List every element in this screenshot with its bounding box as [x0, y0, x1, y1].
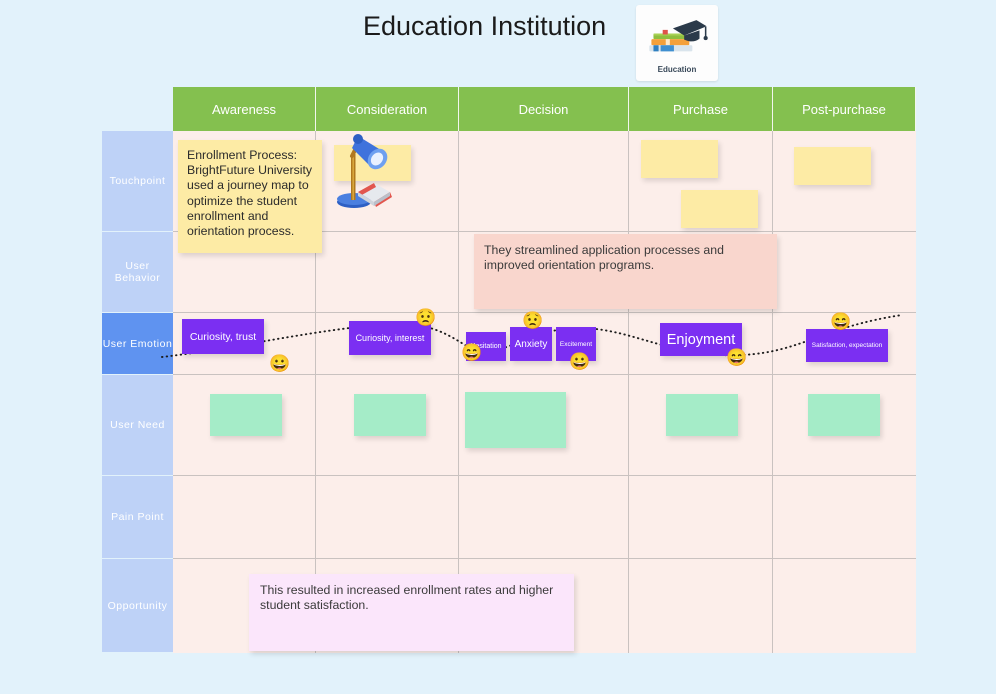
emoji-grinning-hesitation: 😄 [461, 343, 483, 362]
sticky-note-touchpoint-awareness[interactable]: Enrollment Process: BrightFuture Univers… [178, 140, 322, 253]
emoji-worried-consideration: 😟 [415, 308, 437, 327]
sticky-note-user-need-awareness[interactable] [210, 394, 282, 436]
cell-pain-point-awareness[interactable] [173, 476, 316, 559]
row-label-user-behavior[interactable]: User Behavior [102, 232, 173, 313]
row-label-pain-point[interactable]: Pain Point [102, 476, 173, 559]
grid-corner-spacer [102, 87, 173, 131]
sticky-note-user-need-post-purchase[interactable] [808, 394, 880, 436]
cell-pain-point-purchase[interactable] [629, 476, 773, 559]
row-label-touchpoint[interactable]: Touchpoint [102, 131, 173, 232]
emoji-grinning-satisfaction: 😄 [830, 312, 852, 331]
sticky-note-user-behavior-decision[interactable]: They streamlined application processes a… [474, 234, 777, 309]
cell-pain-point-decision[interactable] [459, 476, 629, 559]
row-label-user-emotion[interactable]: User Emotion [102, 313, 173, 375]
sticky-note-opportunity-awareness[interactable]: This resulted in increased enrollment ra… [249, 574, 574, 651]
sticky-note-user-need-consideration[interactable] [354, 394, 426, 436]
journey-map-grid: Awareness Consideration Decision Purchas… [102, 87, 916, 653]
cell-user-behavior-post-purchase[interactable] [773, 232, 916, 313]
column-header-post-purchase[interactable]: Post-purchase [773, 87, 916, 131]
education-logo-card: Education [636, 5, 718, 81]
cell-pain-point-consideration[interactable] [316, 476, 459, 559]
cell-user-behavior-consideration[interactable] [316, 232, 459, 313]
cell-touchpoint-decision[interactable] [459, 131, 629, 232]
sticky-note-touchpoint-post-purchase[interactable] [794, 147, 871, 185]
emoji-grinning-awareness: 😀 [269, 354, 291, 373]
emoji-grinning-excitement: 😀 [569, 352, 591, 371]
sticky-note-touchpoint-purchase-2[interactable] [681, 190, 758, 228]
emotion-note-curiosity-trust[interactable]: Curiosity, trust [182, 319, 264, 354]
emoji-grinning-enjoyment: 😄 [726, 348, 748, 367]
column-header-awareness[interactable]: Awareness [173, 87, 316, 131]
sticky-note-user-need-decision[interactable] [465, 392, 566, 448]
emotion-note-satisfaction-expectation[interactable]: Satisfaction, expectation [806, 329, 888, 362]
sticky-note-touchpoint-purchase-1[interactable] [641, 140, 718, 178]
sticky-note-user-need-purchase[interactable] [666, 394, 738, 436]
journey-map-canvas: Education Institution Education Awarenes… [0, 0, 996, 694]
cell-opportunity-purchase[interactable] [629, 559, 773, 653]
title-bar: Education Institution Education [0, 0, 996, 84]
column-header-decision[interactable]: Decision [459, 87, 629, 131]
logo-caption: Education [657, 65, 697, 74]
cell-pain-point-post-purchase[interactable] [773, 476, 916, 559]
graduation-cap-books-icon [649, 20, 708, 52]
desk-lamp-book-icon [337, 134, 392, 208]
emoji-worried-anxiety: 😟 [522, 311, 544, 330]
emotion-note-anxiety[interactable]: Anxiety [510, 327, 552, 361]
cell-opportunity-post-purchase[interactable] [773, 559, 916, 653]
row-label-user-need[interactable]: User Need [102, 375, 173, 476]
row-label-opportunity[interactable]: Opportunity [102, 559, 173, 653]
column-header-purchase[interactable]: Purchase [629, 87, 773, 131]
column-header-consideration[interactable]: Consideration [316, 87, 459, 131]
page-title: Education Institution [363, 11, 607, 41]
